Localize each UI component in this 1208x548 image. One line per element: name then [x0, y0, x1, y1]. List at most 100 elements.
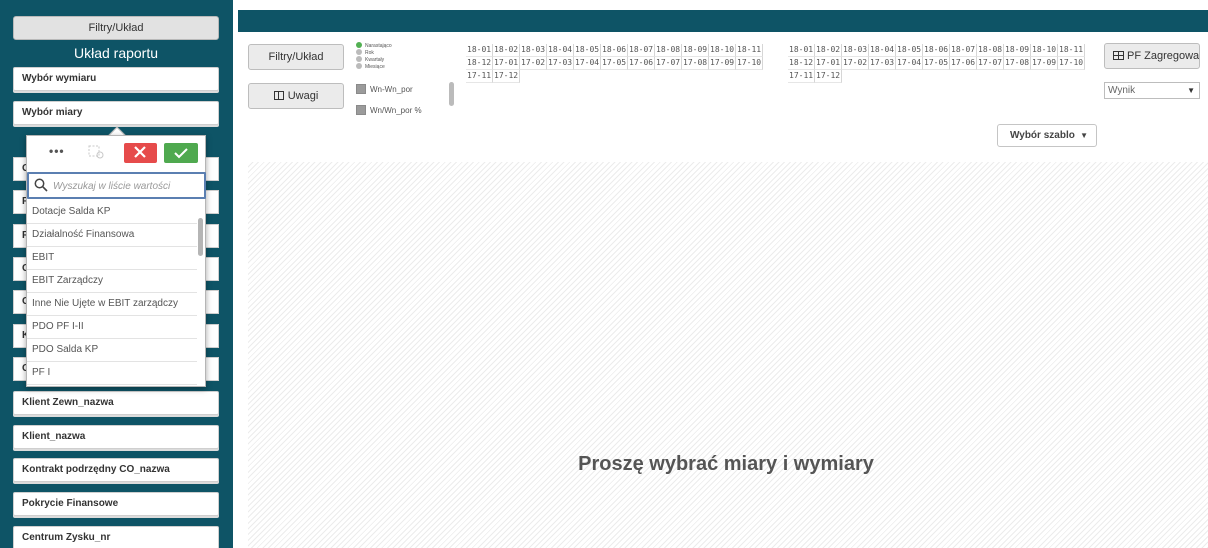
date-filter-cell[interactable]: 17-04: [574, 57, 601, 70]
top-bar: [238, 10, 1208, 32]
confirm-selection-button[interactable]: [164, 143, 198, 163]
pf-aggregated-button[interactable]: PF Zagregowany: [1104, 43, 1200, 69]
filters-layout-button[interactable]: Filtry/Układ: [13, 16, 219, 40]
search-box[interactable]: [27, 172, 206, 199]
sidebar-item-wybor-wymiaru[interactable]: Wybór wymiaru: [13, 67, 219, 91]
radio-option[interactable]: Miesiące: [356, 63, 385, 70]
list-item[interactable]: PDO PF I-II: [27, 316, 197, 339]
list-scrollbar[interactable]: [198, 218, 203, 256]
date-filter-cell[interactable]: 17-03: [869, 57, 896, 70]
pf-aggregated-label: PF Zagregowany: [1127, 50, 1200, 62]
date-filter-cell[interactable]: 17-09: [1031, 57, 1058, 70]
date-filter-cell[interactable]: 17-08: [1004, 57, 1031, 70]
sidebar-item-klient-nazwa[interactable]: Klient_nazwa: [13, 425, 219, 449]
sidebar-item-partial-edge: [206, 224, 219, 248]
date-filter-cell[interactable]: 18-10: [709, 44, 736, 57]
date-filter-cell[interactable]: 18-01: [788, 44, 815, 57]
cancel-selection-button[interactable]: [124, 143, 157, 163]
sidebar-item-partial-edge: [206, 190, 219, 214]
date-filter-cell[interactable]: 17-09: [709, 57, 736, 70]
date-filter-cell[interactable]: 18-08: [977, 44, 1004, 57]
date-filter-cell[interactable]: 17-02: [520, 57, 547, 70]
list-item[interactable]: Inne Nie Ujęte w EBIT zarządczy: [27, 293, 197, 316]
list-item[interactable]: EBIT: [27, 247, 197, 270]
date-filter-cell[interactable]: 18-03: [520, 44, 547, 57]
radio-selected-icon: [356, 42, 362, 48]
date-filter-cell[interactable]: 18-10: [1031, 44, 1058, 57]
result-dropdown[interactable]: Wynik ▼: [1104, 82, 1200, 99]
sidebar-item-partial-edge: [206, 257, 219, 281]
date-filter-cell[interactable]: 18-09: [1004, 44, 1031, 57]
list-item[interactable]: EBIT Zarządczy: [27, 270, 197, 293]
date-filter-cell[interactable]: 18-12: [788, 57, 815, 70]
sidebar-item-kontrakt-podrzedny[interactable]: Kontrakt podrzędny CO_nazwa: [13, 458, 219, 482]
date-filter-cell[interactable]: 18-03: [842, 44, 869, 57]
checkbox-icon: [356, 105, 366, 115]
close-icon: [134, 146, 146, 158]
date-filter-cell[interactable]: 17-02: [842, 57, 869, 70]
date-filter-cell[interactable]: 18-07: [950, 44, 977, 57]
radio-option[interactable]: Narastająco: [356, 42, 392, 49]
date-filter-cell[interactable]: 18-02: [493, 44, 520, 57]
date-filter-cell[interactable]: 17-12: [493, 70, 520, 83]
notes-button-label: Uwagi: [287, 90, 319, 102]
sidebar-item-partial-edge: [206, 324, 219, 348]
date-filter-cell[interactable]: 18-05: [896, 44, 923, 57]
date-filter-cell[interactable]: 17-05: [601, 57, 628, 70]
checkbox-wn-wn-por-percent[interactable]: Wn/Wn_por %: [356, 105, 422, 116]
date-filter-cell[interactable]: 17-06: [950, 57, 977, 70]
date-filter-cell[interactable]: 17-07: [655, 57, 682, 70]
list-item[interactable]: PDO Salda KP: [27, 339, 197, 362]
sidebar-item-klient-zewn-nazwa[interactable]: Klient Zewn_nazwa: [13, 391, 219, 415]
date-filter-cell[interactable]: 18-04: [547, 44, 574, 57]
checkbox-wn-wn-por[interactable]: Wn-Wn_por: [356, 84, 413, 95]
notes-button[interactable]: Uwagi: [248, 83, 344, 109]
sidebar-item-centrum-zysku-nr[interactable]: Centrum Zysku_nr: [13, 526, 219, 548]
list-item[interactable]: PF I: [27, 362, 197, 385]
sidebar-item-pokrycie-finansowe[interactable]: Pokrycie Finansowe: [13, 492, 219, 516]
date-filter-cell[interactable]: 17-08: [682, 57, 709, 70]
sidebar-item-partial-edge: [206, 357, 219, 381]
date-filter-cell[interactable]: 18-06: [601, 44, 628, 57]
date-filter-cell[interactable]: 17-11: [466, 70, 493, 83]
date-filter-cell[interactable]: 17-12: [815, 70, 842, 83]
radio-option[interactable]: Rok: [356, 49, 374, 56]
options-scrollbar[interactable]: [449, 82, 454, 106]
filters-layout-toolbar-button[interactable]: Filtry/Układ: [248, 44, 344, 70]
caret-down-icon: ▼: [1080, 131, 1088, 140]
checkbox-label: Wn-Wn_por: [370, 85, 413, 94]
date-filter-cell[interactable]: 17-01: [493, 57, 520, 70]
more-options-button[interactable]: •••: [49, 144, 65, 158]
radio-option[interactable]: Kwartały: [356, 56, 384, 63]
date-filter-cell[interactable]: 18-12: [466, 57, 493, 70]
date-filter-cell[interactable]: 17-06: [628, 57, 655, 70]
date-filter-cell[interactable]: 17-04: [896, 57, 923, 70]
notes-icon: [273, 91, 284, 100]
sidebar-item-wybor-miary[interactable]: Wybór miary: [13, 101, 219, 125]
date-filter-cell[interactable]: 18-09: [682, 44, 709, 57]
date-filter-cell[interactable]: 17-07: [977, 57, 1004, 70]
date-filter-cell[interactable]: 17-03: [547, 57, 574, 70]
date-filter-cell[interactable]: 18-07: [628, 44, 655, 57]
date-filter-cell[interactable]: 18-08: [655, 44, 682, 57]
template-select-button[interactable]: Wybór szablo ▼: [997, 124, 1097, 147]
date-filter-cell[interactable]: 18-02: [815, 44, 842, 57]
date-filter-cell[interactable]: 17-10: [1058, 57, 1085, 70]
date-filter-cell[interactable]: 18-06: [923, 44, 950, 57]
list-item[interactable]: Dotacje Salda KP: [27, 201, 197, 224]
date-filter-cell[interactable]: 17-05: [923, 57, 950, 70]
search-input[interactable]: [53, 178, 201, 194]
clear-selection-icon[interactable]: [88, 145, 104, 159]
date-filter-cell[interactable]: 18-11: [736, 44, 763, 57]
date-filter-cell[interactable]: 18-04: [869, 44, 896, 57]
date-filter-cell[interactable]: 17-01: [815, 57, 842, 70]
date-filter-cell[interactable]: 18-05: [574, 44, 601, 57]
date-filter-cell[interactable]: 17-11: [788, 70, 815, 83]
date-filter-cell[interactable]: 17-10: [736, 57, 763, 70]
date-filter-list-left: 18-01 18-02 18-03 18-04 18-05 18-06 18-07 18-08…: [466, 44, 776, 83]
result-dropdown-value: Wynik: [1108, 85, 1136, 96]
listbox-popup: ••• Dotacje Salda KP Działalność Finanso…: [26, 135, 206, 387]
list-item[interactable]: Działalność Finansowa: [27, 224, 197, 247]
date-filter-cell[interactable]: 18-11: [1058, 44, 1085, 57]
date-filter-cell[interactable]: 18-01: [466, 44, 493, 57]
